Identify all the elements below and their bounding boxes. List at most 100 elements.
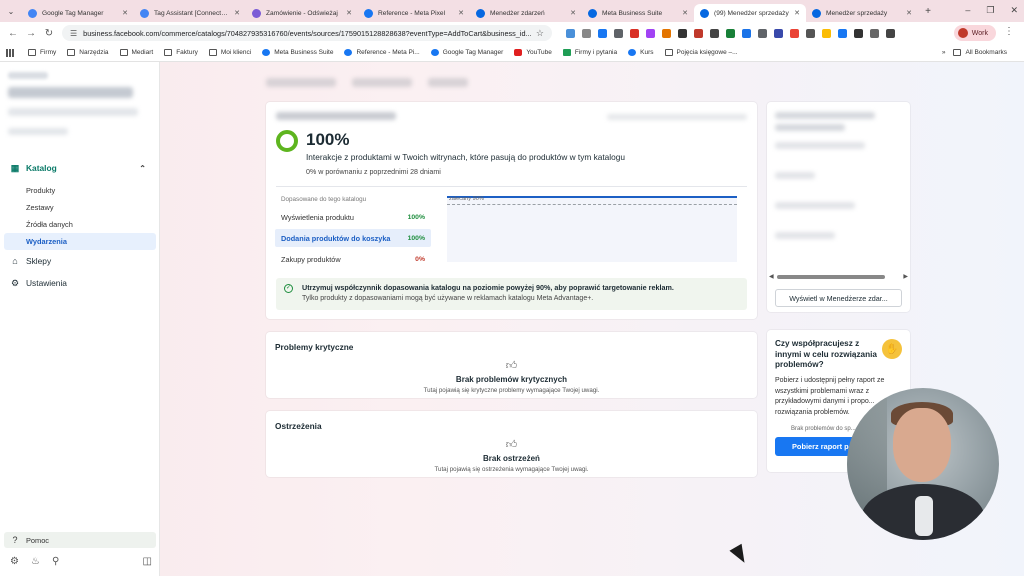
extension-icon[interactable] [838, 28, 847, 38]
tab-favicon [364, 8, 373, 18]
new-tab-button[interactable]: + [920, 6, 936, 17]
gear-icon[interactable]: ⚙ [10, 556, 19, 567]
empty-state-body: Tutaj pojawią się krytyczne problemy wym… [423, 387, 600, 394]
extension-icon[interactable] [806, 28, 815, 38]
sidebar-subitem-events[interactable]: Wydarzenia [4, 233, 156, 250]
close-tab-icon[interactable]: ✕ [234, 9, 240, 17]
bookmark-item[interactable]: Moi klienci [208, 49, 251, 56]
scrollbar-thumb[interactable] [777, 275, 885, 279]
all-bookmarks-link[interactable]: All Bookmarks [953, 49, 1007, 56]
extension-icon[interactable] [758, 28, 767, 38]
browser-tab[interactable]: Zamówienie - Odświeżaj ✕ [246, 4, 358, 22]
extension-icon[interactable] [678, 28, 687, 38]
sidebar-item-shops[interactable]: ⌂ Sklepy [0, 250, 160, 272]
browser-tab[interactable]: Reference - Meta Pixel ✕ [358, 4, 470, 22]
close-tab-icon[interactable]: ✕ [458, 9, 464, 17]
chevron-up-icon[interactable]: ⌃ [139, 164, 146, 173]
help-button[interactable]: ? Pomoc [4, 532, 156, 548]
close-tab-icon[interactable]: ✕ [794, 9, 800, 17]
extension-icon[interactable] [646, 28, 655, 38]
folder-icon [664, 49, 673, 56]
back-icon[interactable]: ← [4, 28, 22, 39]
forward-icon[interactable]: → [22, 28, 40, 39]
extension-icon[interactable] [582, 28, 591, 38]
bookmark-item[interactable]: Firmy [28, 49, 56, 56]
profile-avatar [957, 28, 968, 38]
site-info-icon[interactable]: ☰ [70, 29, 77, 38]
bell-icon[interactable]: ♨ [31, 556, 40, 567]
bookmark-item[interactable]: Meta Business Suite [262, 49, 333, 56]
reload-icon[interactable]: ↻ [40, 28, 58, 39]
close-tab-icon[interactable]: ✕ [122, 9, 128, 17]
address-bar[interactable]: ☰ business.facebook.com/commerce/catalog… [62, 25, 552, 41]
profile-button[interactable]: Work [953, 25, 996, 41]
browser-tab[interactable]: Tag Assistant [Connected] ✕ [134, 4, 246, 22]
view-in-events-manager-button[interactable]: Wyświetl w Menedżerze zdar... [775, 289, 902, 307]
tab-title: Google Tag Manager [42, 9, 104, 17]
close-tab-icon[interactable]: ✕ [346, 9, 352, 17]
extension-icon[interactable] [742, 28, 751, 38]
match-rate-description: Interakcje z produktami w Twoich witryna… [306, 152, 625, 162]
bookmark-item[interactable]: Mediart [119, 49, 153, 56]
minimize-icon[interactable]: – [965, 5, 970, 16]
bookmark-item[interactable]: Reference - Meta Pi... [344, 49, 420, 56]
collapse-panel-icon[interactable]: ◫ [143, 556, 152, 567]
puzzle-extensions-icon[interactable] [886, 28, 895, 38]
browser-menu-icon[interactable]: ⋮ [1004, 26, 1014, 37]
site-icon [628, 49, 637, 56]
browser-tab[interactable]: Google Tag Manager ✕ [22, 4, 134, 22]
extension-icon[interactable] [790, 28, 799, 38]
close-window-icon[interactable]: ✕ [1010, 5, 1018, 16]
browser-tab[interactable]: (99) Menedżer sprzedaży ✕ [694, 4, 806, 22]
chevron-right-icon[interactable]: » [942, 49, 946, 56]
bookmark-item[interactable]: Kurs [628, 49, 654, 56]
bookmark-item[interactable]: Faktury [164, 49, 198, 56]
close-tab-icon[interactable]: ✕ [906, 9, 912, 17]
extension-icon[interactable] [662, 28, 671, 38]
bookmark-item[interactable]: YouTube [514, 49, 552, 56]
extension-icon[interactable] [774, 28, 783, 38]
extension-icon[interactable] [726, 28, 735, 38]
scroll-right-icon[interactable]: ▶ [903, 273, 908, 280]
extension-icon[interactable] [566, 28, 575, 38]
tab-title: Meta Business Suite [602, 9, 663, 17]
extension-icon[interactable] [854, 28, 863, 38]
close-tab-icon[interactable]: ✕ [570, 9, 576, 17]
match-row-purchases[interactable]: Zakupy produktów 0% [275, 250, 431, 268]
horizontal-scrollbar[interactable]: ◀ ▶ [769, 273, 908, 281]
bookmark-item[interactable]: Firmy i pytania [562, 49, 617, 56]
browser-tab[interactable]: Menedżer zdarzeń ✕ [470, 4, 582, 22]
sidebar-item-settings[interactable]: ⚙ Ustawienia [0, 272, 160, 294]
match-row-views[interactable]: Wyświetlenia produktu 100% [275, 208, 431, 226]
extension-icon[interactable] [614, 28, 623, 38]
extension-icon[interactable] [710, 28, 719, 38]
bookmark-star-icon[interactable]: ☆ [536, 28, 544, 39]
extension-icon[interactable] [630, 28, 639, 38]
extension-icon[interactable] [694, 28, 703, 38]
close-tab-icon[interactable]: ✕ [682, 9, 688, 17]
recommended-threshold-line [447, 204, 737, 205]
maximize-icon[interactable]: ❐ [986, 5, 994, 16]
browser-tab[interactable]: Menedżer sprzedaży ✕ [806, 4, 918, 22]
browser-tab[interactable]: Meta Business Suite ✕ [582, 4, 694, 22]
sidebar-subitem-sets[interactable]: Zestawy [0, 199, 160, 216]
folder-icon [953, 49, 962, 56]
sidebar-subitem-data-sources[interactable]: Źródła danych [0, 216, 160, 233]
search-icon[interactable]: ⚲ [52, 556, 59, 567]
bookmark-item[interactable]: Pojęcia księgowe –... [664, 49, 738, 56]
apps-grid-icon[interactable] [6, 48, 14, 57]
tab-favicon [28, 8, 37, 18]
tab-favicon [252, 8, 261, 18]
bookmark-label: YouTube [526, 49, 552, 56]
extension-icon[interactable] [870, 28, 879, 38]
bookmark-item[interactable]: Narzędzia [67, 49, 109, 56]
extension-icon[interactable] [598, 28, 607, 38]
sidebar-item-catalog[interactable]: ▦ Katalog ⌃ [0, 160, 160, 176]
extension-icon[interactable] [822, 28, 831, 38]
sidebar-subitem-products[interactable]: Produkty [0, 182, 160, 199]
match-row-add-to-cart[interactable]: Dodania produktów do koszyka 100% [275, 229, 431, 247]
match-row-label: Dodania produktów do koszyka [281, 233, 391, 243]
scroll-left-icon[interactable]: ◀ [769, 273, 774, 280]
bookmark-item[interactable]: Google Tag Manager [430, 49, 503, 56]
tab-search-icon[interactable]: ⌄ [0, 0, 22, 22]
